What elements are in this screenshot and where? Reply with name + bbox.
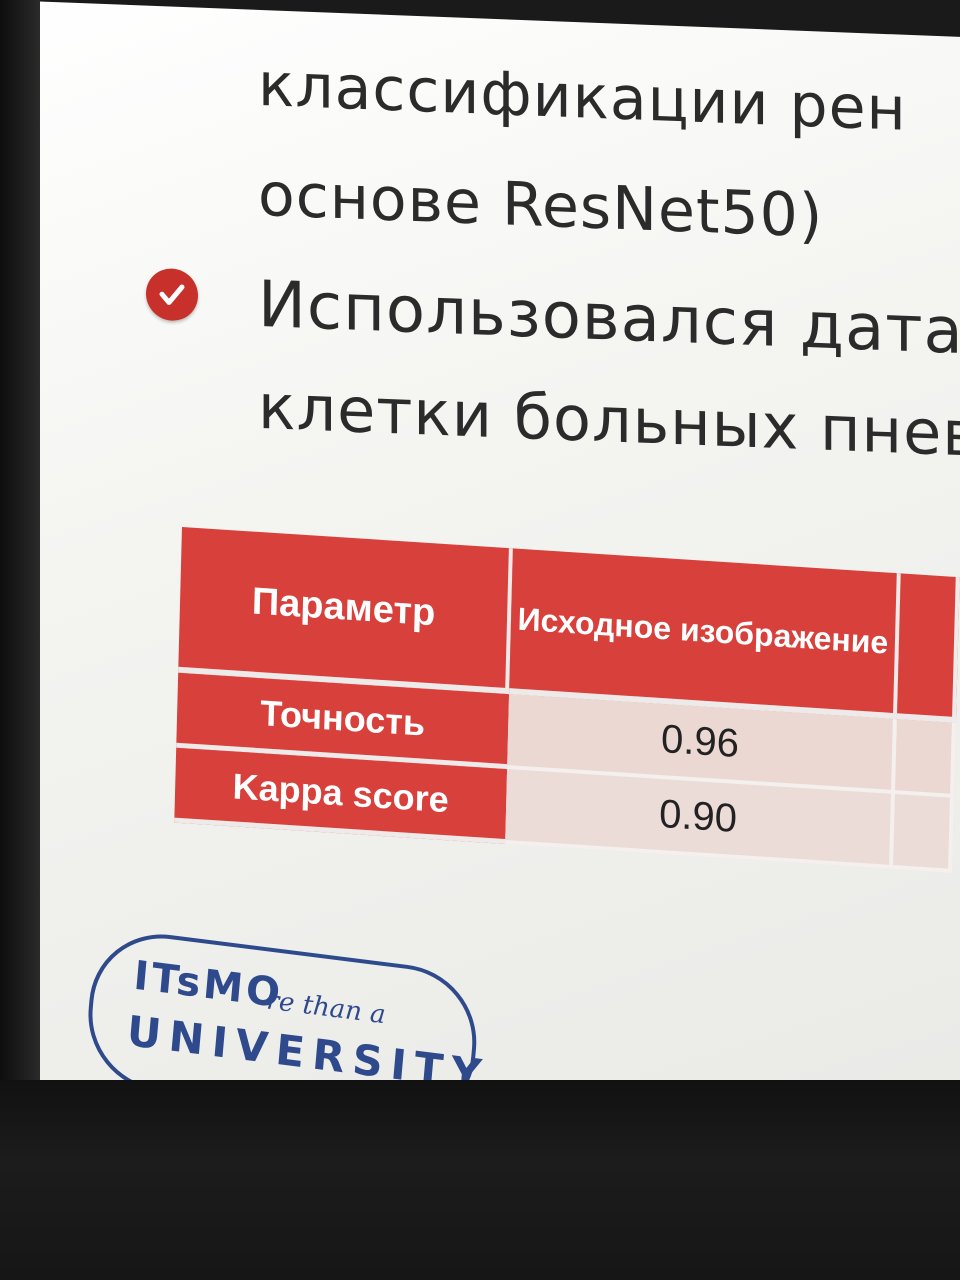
results-table: Параметр Исходное изображение Точность 0… (174, 526, 960, 873)
header-parameter: Параметр (178, 526, 513, 695)
checkmark-glyph-icon (159, 284, 185, 305)
value-next-column (892, 794, 954, 873)
slide-line-4: клетки больных пнев (258, 369, 960, 471)
header-original-image: Исходное изображение (509, 548, 901, 720)
monitor-bezel (0, 0, 40, 1080)
value-next-column (894, 719, 956, 798)
slide-line-2: основе ResNet50) (258, 159, 824, 252)
monitor-frame-bottom (0, 1080, 960, 1280)
slide-line-1: классификации рен (258, 49, 907, 145)
slide-line-3: Использовался дата (258, 267, 960, 370)
logo-itmo-text: ITsMO (131, 952, 285, 1018)
logo-script-text: re than a (265, 985, 387, 1031)
checkmark-icon (146, 267, 198, 322)
slide-screen: классификации рен основе ResNet50) Испол… (0, 0, 960, 1157)
header-next-column (896, 573, 960, 724)
